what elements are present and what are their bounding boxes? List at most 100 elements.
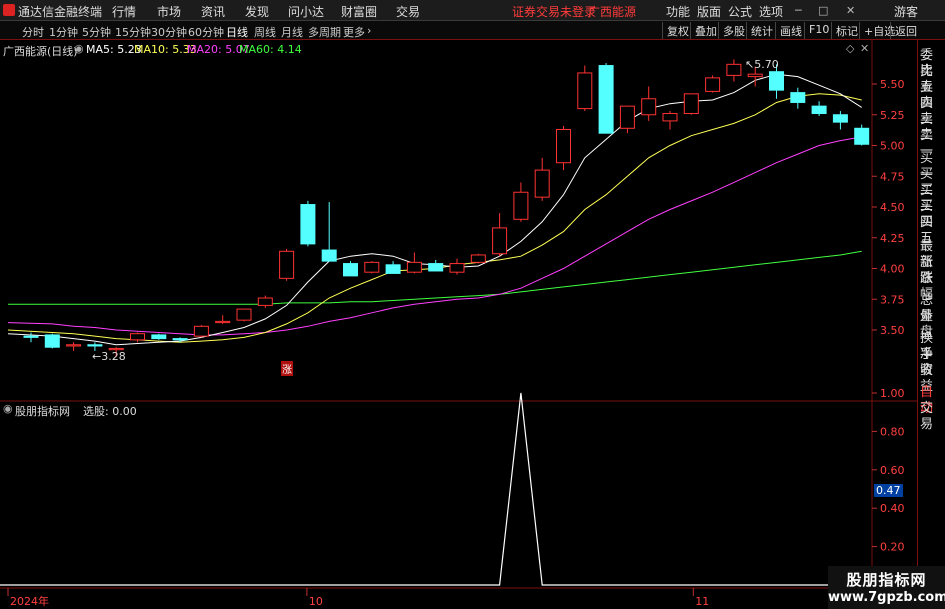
candle-body-down	[428, 263, 444, 272]
limit-up-badge: 涨	[281, 361, 293, 376]
candle-body-up	[364, 261, 380, 273]
candle-body-up	[130, 333, 145, 341]
toolbar-f10[interactable]: F10	[804, 22, 833, 39]
candle	[66, 342, 82, 351]
candle-body-down	[790, 92, 806, 103]
candle-body-down	[172, 338, 188, 341]
candle	[130, 332, 145, 343]
menu-item-trade[interactable]: 交易	[396, 3, 420, 20]
menu-item-market[interactable]: 行情	[112, 3, 136, 20]
candle-body-down	[854, 127, 870, 145]
candle	[513, 182, 529, 222]
settings-icon[interactable]: ◇	[846, 42, 854, 55]
period-more[interactable]: 更多	[343, 24, 365, 40]
period-1min[interactable]: 1分钟	[49, 24, 78, 40]
candle-body-up	[556, 129, 571, 164]
candle-body-down	[300, 204, 316, 245]
period-multi[interactable]: 多周期	[308, 24, 341, 40]
candle	[300, 200, 316, 247]
app-title: 通达信金融终端	[18, 5, 103, 19]
login-status: 证券交易未登录	[512, 5, 597, 19]
minimize-icon[interactable]: ─	[795, 4, 802, 17]
watermark: 股朋指标网 www.7gpzb.com	[828, 566, 945, 609]
menu-formula[interactable]: 公式	[728, 3, 752, 20]
chevron-right-icon[interactable]: ›	[367, 24, 371, 37]
period-daily[interactable]: 日线	[226, 24, 248, 40]
period-5min[interactable]: 5分钟	[82, 24, 111, 40]
candle-body-up	[66, 344, 82, 347]
price-tick-label: 5.00	[880, 140, 905, 153]
candle-body-down	[811, 105, 827, 115]
candle	[577, 65, 593, 112]
close-pane-icon[interactable]: ✕	[860, 42, 869, 55]
toolbar-adjust[interactable]: 复权	[662, 22, 693, 39]
candle	[449, 258, 465, 275]
toolbar-stats[interactable]: 统计	[746, 22, 777, 39]
toolbar-multi[interactable]: 多股	[718, 22, 749, 39]
candle	[726, 59, 742, 82]
price-tick-label: 4.25	[880, 232, 905, 245]
ma60-line	[8, 250, 862, 305]
close-icon[interactable]: ✕	[846, 4, 855, 17]
rp-trade[interactable]: 交易	[920, 401, 945, 433]
candle-body-down	[87, 344, 103, 347]
menu-layout[interactable]: 版面	[697, 3, 721, 20]
candle	[598, 63, 614, 134]
candle	[321, 202, 337, 262]
sub-collapse-icon[interactable]: ◉	[3, 402, 13, 415]
ma10-line	[7, 93, 862, 343]
toolbar-draw[interactable]: 画线	[775, 22, 806, 39]
period-intraday[interactable]: 分时	[22, 24, 44, 40]
candle-body-up	[726, 63, 742, 76]
menu-item-ask[interactable]: 问小达	[288, 3, 324, 20]
chart-area[interactable]: 5.50 5.25 5.00 4.75 4.50 4.25 4.00 3.75 3.50 1.0…	[0, 40, 945, 609]
user-guest[interactable]: 游客	[894, 3, 918, 20]
candle	[854, 124, 870, 146]
candle-body-up	[747, 73, 763, 78]
sub-tick-label: 0.80	[880, 425, 905, 438]
maximize-icon[interactable]: □	[818, 4, 828, 17]
period-60min[interactable]: 60分钟	[188, 24, 224, 40]
candle	[215, 315, 231, 324]
price-tick-label: 4.75	[880, 170, 905, 183]
candle	[470, 253, 486, 264]
indicator-title: 股朋指标网	[15, 405, 70, 418]
indicator-value: 选股: 0.00	[83, 405, 137, 418]
menu-item-news[interactable]: 资讯	[201, 3, 225, 20]
kline-chart[interactable]: 5.50 5.25 5.00 4.75 4.50 4.25 4.00 3.75 3.50 1.0…	[0, 40, 945, 609]
watermark-url: www.7gpzb.com	[828, 590, 945, 605]
menu-bar: 通达信金融终端 行情 市场 资讯 发现 问小达 财富圈 交易 证券交易未登录 广…	[0, 0, 945, 21]
collapse-icon[interactable]: ◉	[74, 42, 84, 55]
toolbar-back[interactable]: 返回	[890, 22, 921, 39]
candle	[193, 325, 209, 338]
indicator-current-value: 0.47	[874, 484, 903, 497]
price-tick-label: 3.50	[880, 324, 905, 337]
period-15min[interactable]: 15分钟	[115, 24, 151, 40]
app-logo-icon	[3, 4, 15, 16]
sub-tick-label: 0.20	[880, 541, 905, 554]
menu-function[interactable]: 功能	[666, 3, 690, 20]
menu-item-discover[interactable]: 发现	[245, 3, 269, 20]
candle	[619, 105, 635, 134]
period-monthly[interactable]: 月线	[281, 24, 303, 40]
period-bar: 分时 1分钟 5分钟 15分钟 30分钟 60分钟 日线 周线 月线 多周期 更…	[0, 21, 945, 40]
candle-body-up	[406, 261, 422, 273]
stock-name-title: 广西能源	[588, 5, 637, 19]
period-30min[interactable]: 30分钟	[151, 24, 187, 40]
candle	[23, 332, 39, 343]
candle	[343, 261, 358, 277]
candle-body-up	[662, 113, 678, 122]
candle	[236, 308, 252, 322]
menu-item-exchange[interactable]: 市场	[157, 3, 181, 20]
candle	[257, 295, 273, 308]
candle-body-up	[193, 325, 209, 337]
high-price-label: ↖5.70	[745, 58, 779, 71]
candle-body-up	[641, 98, 657, 116]
menu-item-wealth[interactable]: 财富圈	[341, 3, 377, 20]
period-weekly[interactable]: 周线	[254, 24, 276, 40]
candle-body-down	[321, 249, 337, 262]
price-tick-label: 3.75	[880, 293, 905, 306]
toolbar-overlay[interactable]: 叠加	[690, 22, 721, 39]
toolbar-mark[interactable]: 标记	[831, 22, 862, 39]
menu-options[interactable]: 选项	[759, 3, 783, 20]
